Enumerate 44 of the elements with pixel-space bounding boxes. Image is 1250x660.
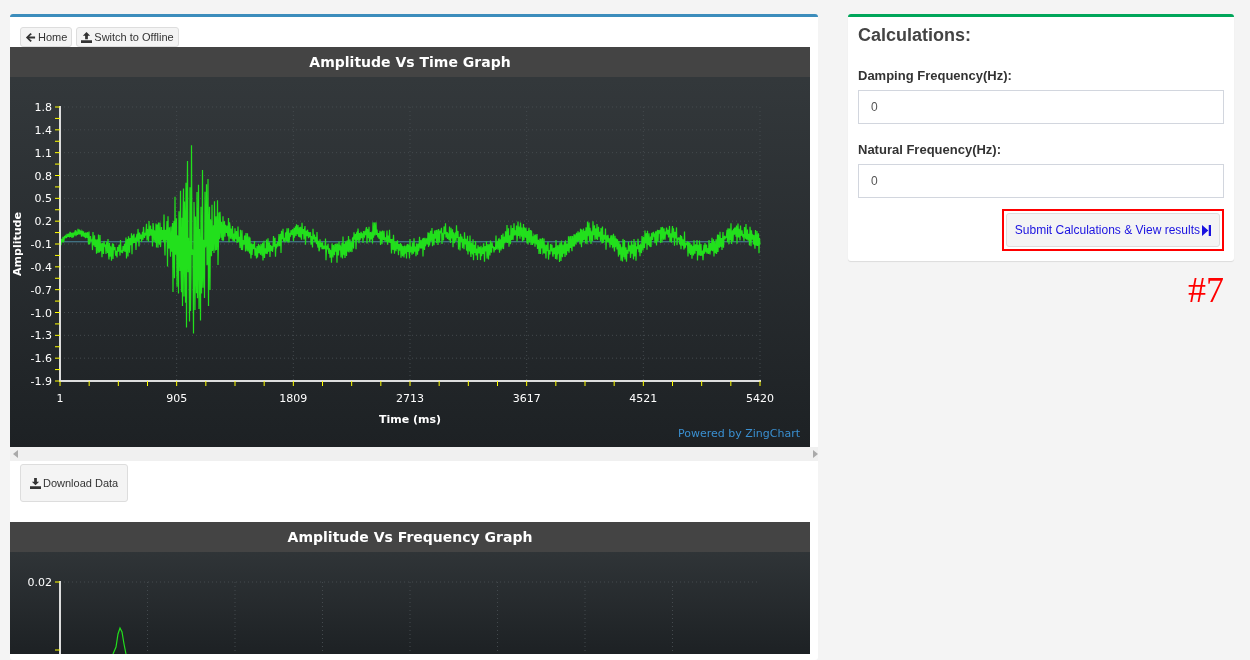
axis-tick-label: 0.5 — [34, 192, 52, 206]
toolbar-button[interactable]: Home — [20, 27, 73, 47]
toolbar-button[interactable]: Switch to Offline — [76, 27, 179, 47]
scroll-left-icon[interactable] — [13, 450, 18, 458]
scroll-right-icon[interactable] — [813, 450, 818, 458]
axis-tick-label: 1.8 — [34, 101, 52, 114]
axis-tick-label: 0.2 — [34, 215, 52, 229]
axis-tick-label: -0.7 — [30, 283, 52, 297]
axis-tick-label: 0.8 — [34, 169, 52, 183]
axis-tick-label: 2713 — [396, 392, 424, 405]
credit-link[interactable]: Powered by ZingChart — [677, 427, 800, 440]
axis-tick-label: -1.3 — [30, 329, 52, 343]
card-title: Calculations: — [858, 25, 973, 46]
axis-tick-label: 905 — [166, 392, 188, 405]
axis-title: Time (ms) — [378, 413, 442, 426]
input-field[interactable]: 0 — [858, 90, 1224, 124]
axis-tick-label: -1.6 — [30, 352, 52, 366]
submit-button[interactable]: Submit Calculations & View results — [1005, 213, 1220, 247]
axis-tick-label: -0.4 — [30, 260, 52, 274]
axis-tick-label: 0.02 — [27, 576, 52, 589]
horizontal-scrollbar[interactable] — [10, 447, 818, 461]
axis-tick-label: -1.0 — [30, 306, 52, 320]
axis-title: Amplitude — [11, 212, 24, 276]
download-button[interactable]: Download Data — [20, 464, 129, 502]
skip-forward-icon — [1202, 224, 1211, 236]
field-label: Natural Frequency(Hz): — [858, 142, 1003, 157]
spectrum-line — [112, 626, 127, 654]
chart-title: Amplitude Vs Time Graph — [10, 47, 810, 77]
axis-tick-label: 1.4 — [34, 123, 52, 137]
axis-tick-label: 1809 — [279, 392, 308, 405]
chart-title: Amplitude Vs Frequency Graph — [10, 522, 810, 552]
axis-tick-label: 1 — [56, 392, 64, 405]
field-label: Damping Frequency(Hz): — [858, 68, 1013, 83]
axis-tick-label: 4521 — [629, 392, 658, 405]
axis-tick-label: -1.9 — [30, 375, 52, 388]
axis-tick-label: 3617 — [512, 392, 541, 405]
arrow-left-icon — [25, 31, 36, 43]
axis-tick-label: 5420 — [746, 392, 774, 405]
upload-icon — [81, 31, 93, 43]
annotation-label: #7 — [1188, 269, 1224, 311]
input-field[interactable]: 0 — [858, 164, 1224, 198]
download-icon — [30, 477, 41, 489]
axis-tick-label: -0.1 — [30, 238, 52, 251]
axis-tick-label: 1.1 — [34, 146, 52, 160]
